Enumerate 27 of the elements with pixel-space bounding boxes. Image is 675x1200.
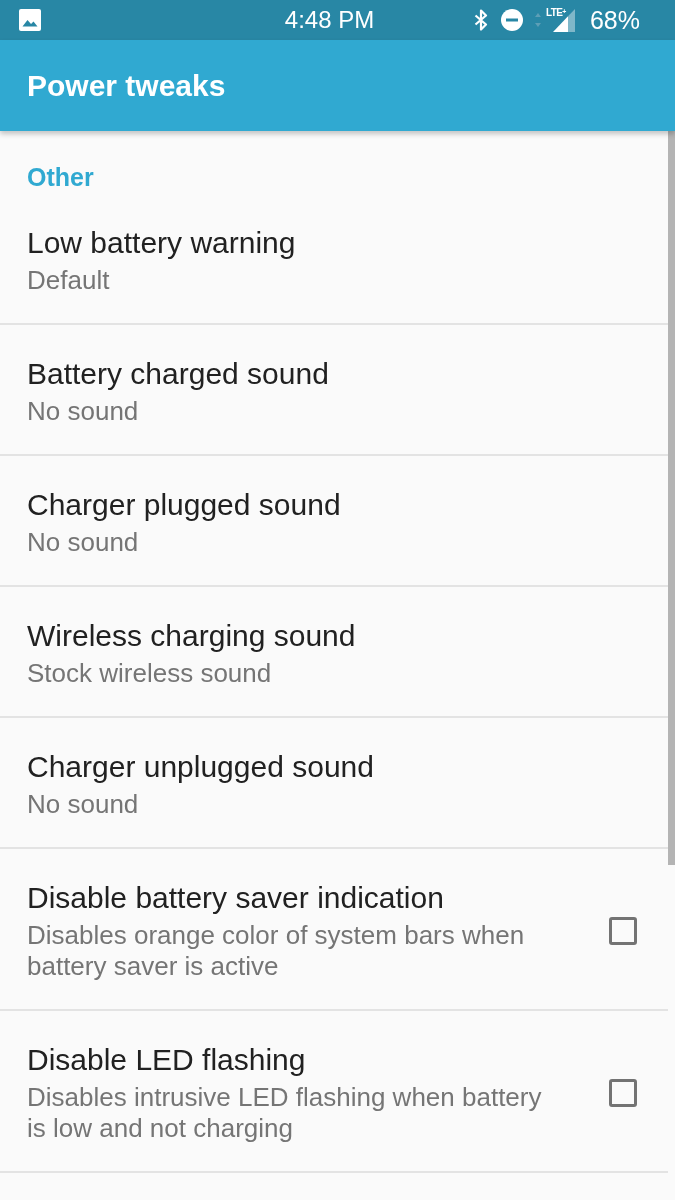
section-header: Other [27, 162, 94, 192]
setting-title: Charger plugged sound [27, 487, 341, 523]
setting-title: Battery charged sound [27, 356, 329, 392]
network-type-label: LTE$^{+}$ [545, 8, 566, 18]
checkbox[interactable] [609, 917, 637, 945]
setting-title: Disable LED flashing [27, 1042, 306, 1078]
setting-summary: No sound [27, 527, 139, 558]
checkbox[interactable] [609, 1079, 637, 1107]
setting-item[interactable]: Disable battery saver indication Disables orange color of system bars when battery saver is active [0, 849, 668, 1011]
battery-percentage: 68% [589, 6, 640, 34]
setting-summary: Disables intrusive LED flashing when battery is low and not charging [27, 1082, 543, 1144]
setting-item[interactable]: Disable LED flashing Disables intrusive LED flashing when battery is low and not charging [0, 1011, 668, 1173]
data-activity-icon [534, 13, 541, 27]
setting-title: Charger unplugged sound [27, 749, 374, 785]
setting-summary: No sound [27, 789, 139, 820]
app-bar-title: Power tweaks [27, 67, 226, 104]
setting-title: Wireless charging sound [27, 618, 356, 654]
setting-summary: Stock wireless sound [27, 658, 272, 689]
image-icon [19, 9, 41, 31]
bluetooth-icon [473, 9, 488, 31]
setting-title: Disable battery saver indication [27, 880, 444, 916]
status-time: 4:48 PM [284, 6, 375, 34]
setting-summary: Disables orange color of system bars when battery saver is active [27, 920, 526, 982]
setting-summary: No sound [27, 396, 139, 427]
setting-title: Low battery warning [27, 225, 296, 261]
do-not-disturb-icon [500, 9, 523, 31]
setting-summary: Default [27, 265, 110, 296]
